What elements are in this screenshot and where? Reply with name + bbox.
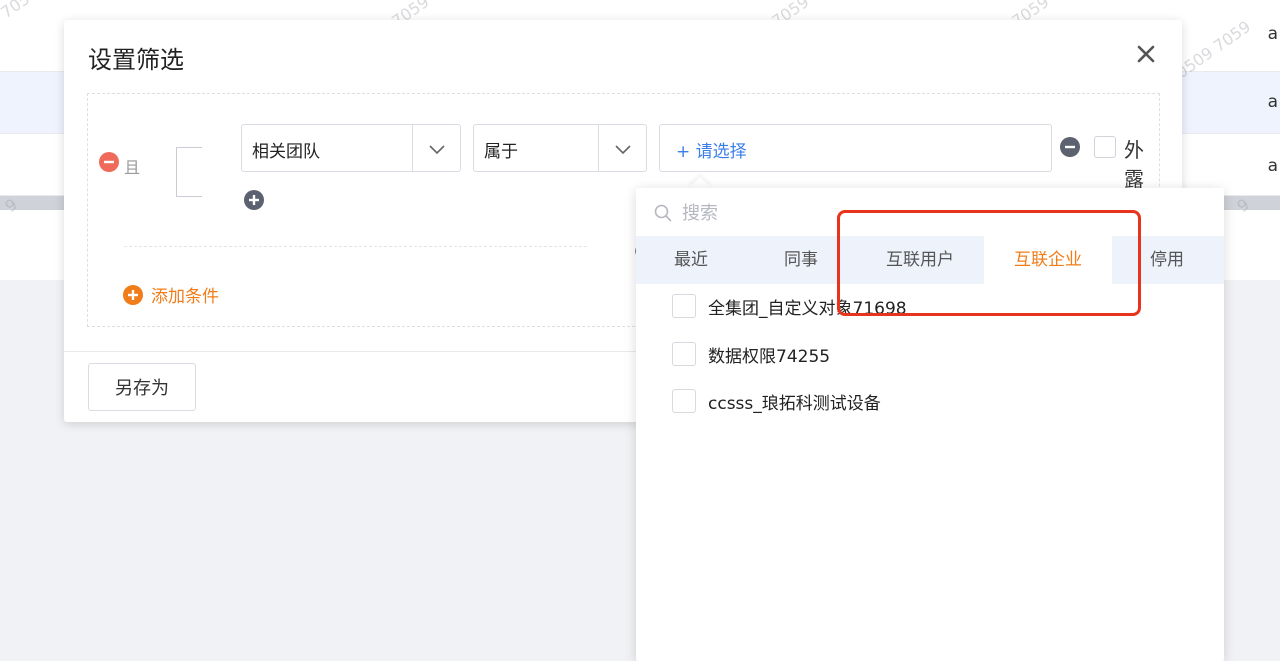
tab-colleague[interactable]: 同事 — [766, 236, 836, 284]
bracket-line — [176, 147, 177, 197]
tab-connected-enterprises[interactable]: 互联企业 — [984, 236, 1112, 284]
option-label: 全集团_自定义对象71698 — [708, 298, 907, 319]
chevron-down-icon[interactable] — [412, 125, 460, 171]
expose-checkbox[interactable] — [1094, 136, 1116, 158]
value-picker-placeholder: + 请选择 — [676, 142, 747, 162]
plus-circle-icon — [123, 284, 143, 305]
list-item[interactable]: 全集团_自定义对象71698 — [672, 293, 907, 319]
group-divider — [124, 246, 587, 247]
option-checkbox[interactable] — [672, 342, 696, 366]
table-cell: a — [1267, 92, 1278, 112]
search-icon — [654, 204, 672, 222]
add-condition-button[interactable]: 添加条件 — [123, 282, 219, 307]
dropdown-tabs: 最近 同事 互联用户 互联企业 停用 — [636, 236, 1224, 284]
table-cell: a — [1267, 24, 1278, 44]
logic-and-label[interactable]: 且 — [124, 154, 140, 178]
tab-recent[interactable]: 最近 — [656, 236, 726, 284]
option-checkbox[interactable] — [672, 294, 696, 318]
expose-label: 外露 — [1124, 138, 1144, 191]
operator-select-value: 属于 — [484, 142, 518, 162]
table-cell: a — [1267, 156, 1278, 176]
value-picker[interactable]: + 请选择 — [659, 124, 1052, 172]
dropdown-search — [636, 188, 1224, 236]
modal-title: 设置筛选 — [88, 46, 184, 74]
list-item[interactable]: ccsss_琅拓科测试设备 — [672, 388, 881, 414]
save-as-button[interactable]: 另存为 — [88, 363, 196, 411]
tab-connected-users[interactable]: 互联用户 — [872, 236, 968, 284]
bracket-line — [176, 196, 202, 197]
option-label: 数据权限74255 — [708, 346, 831, 367]
remove-group-icon[interactable] — [99, 152, 119, 172]
add-subcondition-icon[interactable] — [244, 190, 264, 210]
list-item[interactable]: 数据权限74255 — [672, 341, 830, 367]
option-checkbox[interactable] — [672, 389, 696, 413]
add-condition-label: 添加条件 — [151, 287, 219, 307]
close-icon[interactable] — [1134, 42, 1158, 66]
field-select[interactable]: 相关团队 — [241, 124, 461, 172]
operator-select[interactable]: 属于 — [473, 124, 647, 172]
tab-disabled[interactable]: 停用 — [1132, 236, 1202, 284]
field-select-value: 相关团队 — [252, 142, 320, 162]
chevron-down-icon[interactable] — [598, 125, 646, 171]
search-input[interactable] — [680, 198, 1200, 228]
option-label: ccsss_琅拓科测试设备 — [708, 393, 881, 414]
value-dropdown: 最近 同事 互联用户 互联企业 停用 全集团_自定义对象71698 数据权限74… — [636, 188, 1224, 661]
bracket-line — [176, 147, 202, 148]
remove-condition-icon[interactable] — [1060, 137, 1080, 157]
